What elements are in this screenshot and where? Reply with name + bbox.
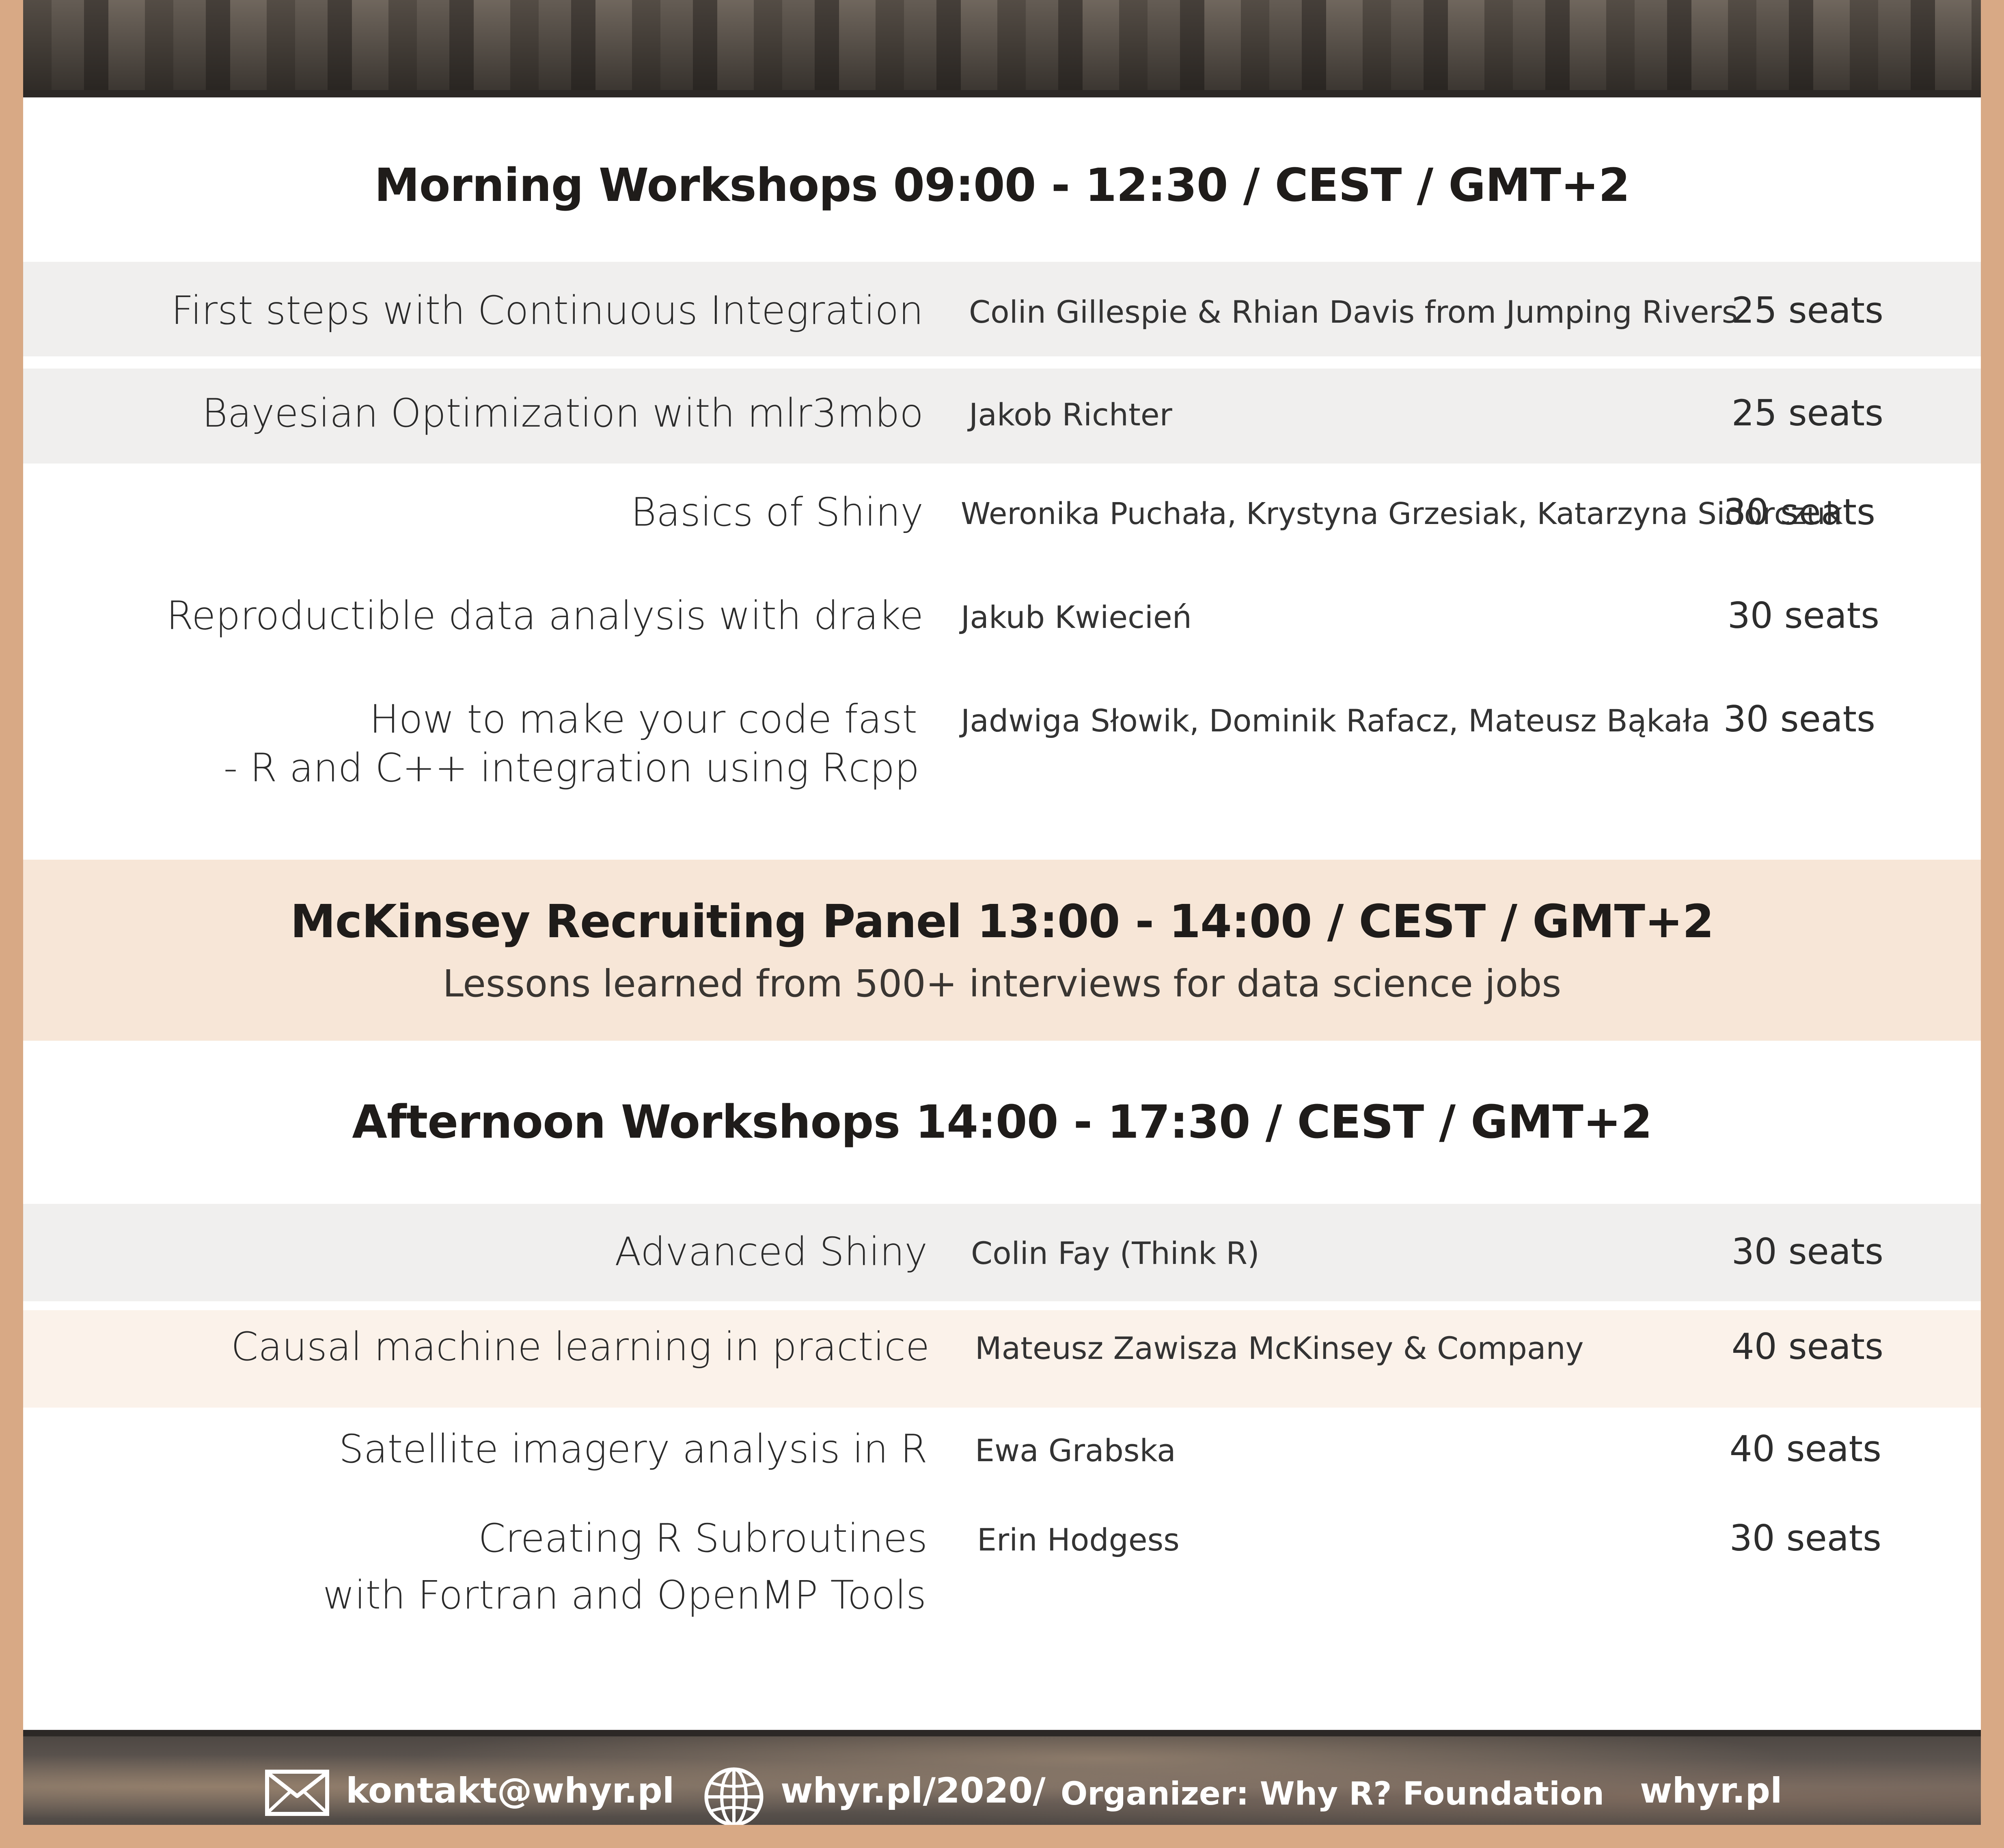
header-photo-band (23, 0, 1981, 97)
workshop-title-line-2: with Fortran and OpenMP Tools (323, 1572, 926, 1618)
workshop-host: Jakub Kwiecień (961, 599, 1192, 635)
table-row: How to make your code fast - R and C++ i… (23, 674, 1981, 804)
workshop-host: Erin Hodgess (977, 1522, 1180, 1558)
table-row: Advanced Shiny Colin Fay (Think R) 30 se… (23, 1204, 1981, 1301)
workshop-host: Colin Fay (Think R) (971, 1235, 1260, 1271)
table-row: Creating R Subroutines with Fortran and … (23, 1498, 1981, 1632)
workshop-seats: 30 seats (1731, 1231, 1883, 1272)
workshop-seats: 25 seats (1731, 289, 1883, 331)
workshop-host: Weronika Puchała, Krystyna Grzesiak, Kat… (961, 496, 1843, 531)
workshop-title: First steps with Continuous Integration (171, 288, 923, 333)
workshop-host: Jadwiga Słowik, Dominik Rafacz, Mateusz … (961, 703, 1711, 739)
workshop-title: Reproductible data analysis with drake (166, 593, 923, 638)
recruiting-panel-band (23, 860, 1981, 1041)
table-row: Basics of Shiny Weronika Puchała, Krysty… (23, 464, 1981, 561)
table-row: Reproductible data analysis with drake J… (23, 568, 1981, 666)
workshop-seats: 40 seats (1731, 1326, 1883, 1367)
brand-link[interactable]: whyr.pl (1640, 1768, 1782, 1813)
workshop-title: Bayesian Optimization with mlr3mbo (202, 390, 923, 436)
globe-icon (704, 1767, 764, 1825)
schedule-card: Morning Workshops 09:00 - 12:30 / CEST /… (23, 0, 1981, 1825)
table-row: Satellite imagery analysis in R Ewa Grab… (23, 1408, 1981, 1498)
panel-subtitle: Lessons learned from 500+ interviews for… (442, 962, 1562, 1005)
workshop-title: Satellite imagery analysis in R (339, 1426, 928, 1472)
workshop-seats: 25 seats (1731, 392, 1883, 434)
table-row: Causal machine learning in practice Mate… (23, 1310, 1981, 1408)
workshop-host: Ewa Grabska (975, 1432, 1176, 1468)
workshop-seats: 30 seats (1729, 1517, 1881, 1559)
workshop-host: Mateusz Zawisza McKinsey & Company (975, 1330, 1584, 1366)
workshop-host: Jakob Richter (969, 397, 1172, 433)
morning-section-title: Morning Workshops 09:00 - 12:30 / CEST /… (374, 159, 1630, 212)
workshop-title-line-1: How to make your code fast (369, 697, 917, 742)
envelope-icon (265, 1770, 329, 1816)
table-row: Bayesian Optimization with mlr3mbo Jakob… (23, 369, 1981, 464)
workshop-seats: 30 seats (1723, 491, 1875, 533)
workshop-title-line-1: Creating R Subroutines (478, 1516, 928, 1561)
footer-band: kontakt@whyr.pl whyr.pl/2020/ Organizer:… (23, 1730, 1981, 1825)
workshop-seats: 30 seats (1727, 595, 1879, 636)
panel-title: McKinsey Recruiting Panel 13:00 - 14:00 … (290, 895, 1714, 948)
workshop-host: Colin Gillespie & Rhian Davis from Jumpi… (969, 294, 1738, 330)
afternoon-section-title: Afternoon Workshops 14:00 - 17:30 / CEST… (352, 1096, 1652, 1149)
email-link[interactable]: kontakt@whyr.pl (346, 1768, 674, 1813)
workshop-seats: 40 seats (1729, 1428, 1881, 1470)
workshop-title: Basics of Shiny (631, 489, 923, 535)
workshop-title: Advanced Shiny (615, 1229, 928, 1274)
table-row: First steps with Continuous Integration … (23, 262, 1981, 356)
workshop-title-line-2: - R and C++ integration using Rcpp (223, 745, 919, 791)
workshop-seats: 30 seats (1723, 698, 1875, 740)
website-link[interactable]: whyr.pl/2020/ (781, 1768, 1046, 1813)
organizer-text: Organizer: Why R? Foundation (1061, 1776, 1605, 1812)
workshop-title: Causal machine learning in practice (231, 1324, 930, 1369)
